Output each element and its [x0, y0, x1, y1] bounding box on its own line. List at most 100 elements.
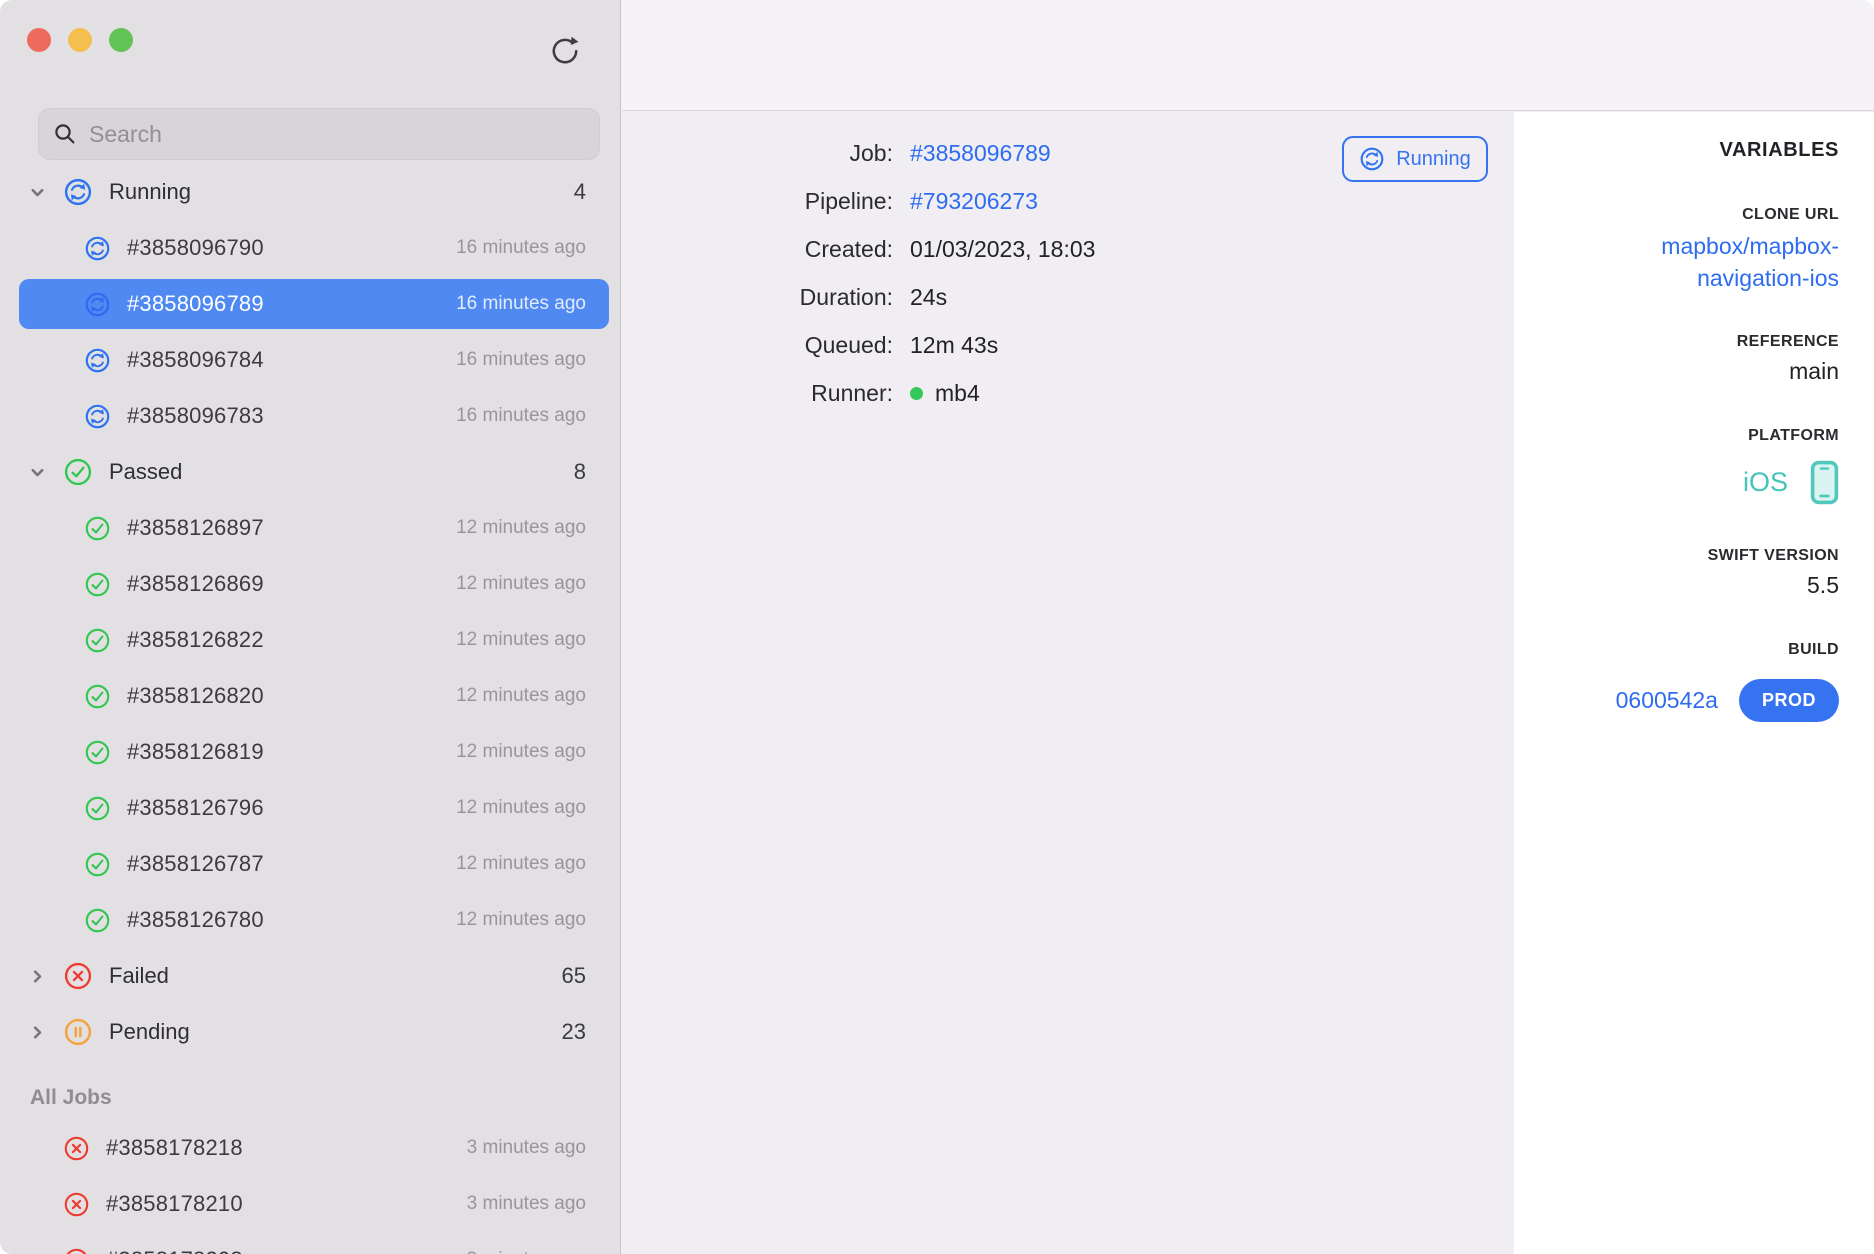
group-count: 65	[562, 963, 586, 989]
sync-icon	[84, 403, 111, 430]
detail-label: Runner:	[622, 377, 893, 409]
job-list-item[interactable]: #3858096783 16 minutes ago	[0, 388, 620, 444]
all-jobs-heading: All Jobs	[0, 1076, 620, 1120]
pause-circle-icon	[63, 1017, 93, 1047]
detail-value: 01/03/2023, 18:03	[910, 233, 1095, 265]
job-timestamp: 16 minutes ago	[456, 237, 586, 259]
swift-version-value: 5.5	[1534, 571, 1839, 599]
job-list-item[interactable]: #3858178210 3 minutes ago	[0, 1176, 620, 1232]
job-id: #3858126780	[127, 907, 264, 933]
group-count: 23	[562, 1019, 586, 1045]
platform-row: iOS	[1534, 459, 1839, 505]
detail-value: mb4	[910, 377, 1095, 409]
job-id: #3858126897	[127, 515, 264, 541]
job-list-item[interactable]: #3858126897 12 minutes ago	[0, 500, 620, 556]
pipeline-link[interactable]: #793206273	[910, 185, 1095, 217]
job-id: #3858096783	[127, 403, 264, 429]
group-label: Failed	[109, 963, 169, 989]
title-bar	[622, 0, 1874, 111]
detail-label: Job:	[622, 137, 893, 169]
window-controls	[27, 28, 133, 52]
job-id: #3858096784	[127, 347, 264, 373]
group-pending[interactable]: Pending 23	[0, 1004, 620, 1060]
zoom-icon[interactable]	[109, 28, 133, 52]
job-id: #3858126869	[127, 571, 264, 597]
job-list-item[interactable]: #3858126796 12 minutes ago	[0, 780, 620, 836]
chevron-right-icon[interactable]	[26, 967, 48, 986]
job-list: Running 4 #3858096790 16 minutes ago #38…	[0, 164, 620, 1254]
chevron-right-icon[interactable]	[26, 1023, 48, 1042]
sync-icon	[63, 177, 93, 207]
clone-url-link[interactable]: mapbox/mapbox-navigation-ios	[1614, 230, 1839, 294]
job-list-item[interactable]: #3858096790 16 minutes ago	[0, 220, 620, 276]
check-circle-icon	[84, 683, 111, 710]
refresh-button[interactable]	[546, 32, 586, 72]
job-timestamp: 16 minutes ago	[456, 405, 586, 427]
job-list-item[interactable]: #3858126819 12 minutes ago	[0, 724, 620, 780]
refresh-icon	[546, 33, 586, 71]
job-timestamp: 12 minutes ago	[456, 909, 586, 931]
job-list-item[interactable]: #3858096784 16 minutes ago	[0, 332, 620, 388]
runner-status-dot	[910, 387, 923, 400]
sync-icon	[84, 235, 111, 262]
x-circle-icon	[63, 1135, 90, 1162]
job-list-item[interactable]: #3858126820 12 minutes ago	[0, 668, 620, 724]
job-timestamp: 12 minutes ago	[456, 517, 586, 539]
job-link[interactable]: #3858096789	[910, 137, 1095, 169]
job-timestamp: 12 minutes ago	[456, 741, 586, 763]
search-input[interactable]	[89, 121, 585, 148]
build-commit-link[interactable]: 0600542a	[1616, 687, 1718, 714]
reference-value: main	[1534, 357, 1839, 385]
job-id: #3858096789	[127, 291, 264, 317]
group-count: 4	[574, 179, 586, 205]
detail-label: Pipeline:	[622, 185, 893, 217]
check-circle-icon	[84, 907, 111, 934]
prod-badge: PROD	[1739, 679, 1839, 722]
job-id: #3858178208	[106, 1247, 243, 1254]
job-list-item[interactable]: #3858126780 12 minutes ago	[0, 892, 620, 948]
check-circle-icon	[84, 627, 111, 654]
group-running[interactable]: Running 4	[0, 164, 620, 220]
check-circle-icon	[84, 851, 111, 878]
job-id: #3858096790	[127, 235, 264, 261]
job-id: #3858126819	[127, 739, 264, 765]
group-passed[interactable]: Passed 8	[0, 444, 620, 500]
detail-value: 12m 43s	[910, 329, 1095, 361]
job-id: #3858178218	[106, 1135, 243, 1161]
detail-label: Queued:	[622, 329, 893, 361]
close-icon[interactable]	[27, 28, 51, 52]
search-field	[38, 108, 600, 160]
job-timestamp: 12 minutes ago	[456, 853, 586, 875]
job-list-item[interactable]: #3858126787 12 minutes ago	[0, 836, 620, 892]
group-label: Pending	[109, 1019, 190, 1045]
job-timestamp: 3 minutes ago	[467, 1249, 586, 1254]
job-id: #3858178210	[106, 1191, 243, 1217]
detail-label: Duration:	[622, 281, 893, 313]
panel-title: VARIABLES	[1534, 138, 1839, 162]
job-list-item[interactable]: #3858126869 12 minutes ago	[0, 556, 620, 612]
group-label: Running	[109, 179, 191, 205]
clone-url-label: CLONE URL	[1534, 205, 1839, 225]
check-circle-icon	[84, 739, 111, 766]
build-row: 0600542a PROD	[1534, 679, 1839, 722]
job-timestamp: 12 minutes ago	[456, 797, 586, 819]
job-details: Job:#3858096789Pipeline:#793206273Create…	[622, 137, 1095, 409]
minimize-icon[interactable]	[68, 28, 92, 52]
check-circle-icon	[84, 795, 111, 822]
platform-label: PLATFORM	[1534, 426, 1839, 446]
chevron-down-icon[interactable]	[26, 183, 48, 202]
job-list-item[interactable]: #3858178208 3 minutes ago	[0, 1232, 620, 1254]
status-badge: Running	[1342, 136, 1488, 182]
status-badge-label: Running	[1396, 148, 1471, 171]
job-timestamp: 12 minutes ago	[456, 685, 586, 707]
job-list-item[interactable]: #3858126822 12 minutes ago	[0, 612, 620, 668]
job-id: #3858126820	[127, 683, 264, 709]
job-id: #3858126796	[127, 795, 264, 821]
job-list-item-selected[interactable]: #3858096789 16 minutes ago	[19, 279, 609, 329]
build-label: BUILD	[1534, 640, 1839, 660]
chevron-down-icon[interactable]	[26, 463, 48, 482]
group-failed[interactable]: Failed 65	[0, 948, 620, 1004]
platform-value: iOS	[1743, 467, 1788, 498]
group-count: 8	[574, 459, 586, 485]
job-list-item[interactable]: #3858178218 3 minutes ago	[0, 1120, 620, 1176]
